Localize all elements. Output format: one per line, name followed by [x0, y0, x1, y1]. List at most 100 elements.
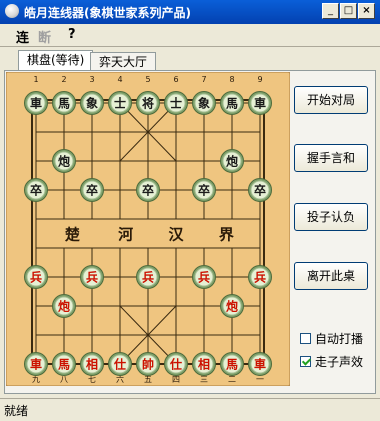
auto-play-label: 自动打播 [315, 332, 364, 346]
help-menu[interactable]: ? [68, 27, 76, 42]
piece-label: 象 [198, 96, 210, 111]
close-button[interactable]: × [358, 3, 375, 19]
piece-label: 兵 [254, 270, 266, 285]
piece-label: 車 [254, 96, 266, 111]
piece-label: 兵 [86, 270, 98, 285]
file-number-bottom: 一 [256, 375, 264, 384]
river-text: 楚 [65, 226, 81, 244]
file-number-bottom: 五 [144, 375, 152, 384]
chess-piece[interactable]: 卒 [248, 178, 272, 202]
status-text: 就绪 [4, 404, 29, 418]
chess-piece[interactable]: 車 [248, 91, 272, 115]
chess-piece[interactable]: 象 [80, 91, 104, 115]
chess-piece[interactable]: 炮 [52, 294, 76, 318]
chess-piece[interactable]: 象 [192, 91, 216, 115]
tab-board[interactable]: 棋盘(等待) [18, 50, 94, 70]
board-canvas[interactable]: 楚河汉界1 2 3 4 5 6 7 8 9九八七六五四三二一 車馬象士将士象馬車炮 炮卒卒卒卒卒兵… [5, 71, 291, 387]
chess-piece[interactable]: 兵 [24, 265, 48, 289]
auto-play-checkbox[interactable] [300, 333, 311, 344]
file-number-bottom: 八 [60, 375, 68, 384]
chess-piece[interactable]: 卒 [136, 178, 160, 202]
chess-piece[interactable]: 卒 [80, 178, 104, 202]
auto-play-option[interactable]: 自动打播 [300, 330, 363, 347]
file-number-top: 3 [89, 75, 94, 84]
maximize-button[interactable]: □ [340, 3, 357, 19]
piece-label: 帥 [142, 357, 154, 372]
chess-piece[interactable]: 将 [136, 91, 160, 115]
file-number-bottom: 九 [32, 375, 40, 384]
chess-piece[interactable]: 相 [192, 352, 216, 376]
title-bar: 皓月连线器(象棋世家系列产品) _ □ × [0, 0, 380, 25]
chess-piece[interactable]: 卒 [192, 178, 216, 202]
chess-piece[interactable]: 兵 [248, 265, 272, 289]
tab-strip: 棋盘(等待) 弈天大厅 [0, 48, 380, 70]
piece-label: 相 [86, 357, 98, 372]
file-number-top: 1 [33, 75, 38, 84]
connect-menu[interactable]: 连 [16, 27, 29, 46]
file-number-top: 9 [257, 75, 262, 84]
chess-piece[interactable]: 車 [24, 91, 48, 115]
chess-piece[interactable]: 炮 [220, 149, 244, 173]
file-number-top: 6 [173, 75, 178, 84]
chess-piece[interactable]: 相 [80, 352, 104, 376]
chess-piece[interactable]: 士 [164, 91, 188, 115]
piece-label: 卒 [86, 183, 98, 198]
file-number-top: 2 [61, 75, 66, 84]
piece-label: 馬 [226, 97, 238, 111]
piece-label: 士 [170, 96, 182, 111]
disconnect-menu[interactable]: 断 [38, 27, 51, 46]
chess-piece[interactable]: 仕 [108, 352, 132, 376]
chess-piece[interactable]: 炮 [52, 149, 76, 173]
chess-piece[interactable]: 帥 [136, 352, 160, 376]
chess-piece[interactable]: 炮 [220, 294, 244, 318]
chess-piece[interactable]: 兵 [136, 265, 160, 289]
river-text: 河 [118, 226, 133, 244]
file-number-bottom: 七 [88, 375, 96, 384]
resign-button[interactable]: 投子认负 [294, 203, 368, 231]
piece-label: 将 [142, 96, 154, 111]
toolbar: 连 断 ? [0, 24, 380, 47]
start-game-button[interactable]: 开始对局 [294, 86, 368, 114]
piece-label: 炮 [226, 299, 238, 314]
piece-label: 卒 [254, 183, 266, 198]
piece-label: 車 [30, 357, 42, 372]
chess-piece[interactable]: 馬 [220, 91, 244, 115]
chess-piece[interactable]: 馬 [52, 91, 76, 115]
piece-label: 炮 [58, 299, 70, 314]
chess-piece[interactable]: 兵 [80, 265, 104, 289]
tab-lobby[interactable]: 弈天大厅 [90, 52, 157, 70]
chess-piece[interactable]: 士 [108, 91, 132, 115]
offer-draw-button[interactable]: 握手言和 [294, 144, 368, 172]
status-bar: 就绪 [0, 398, 380, 421]
piece-label: 卒 [30, 183, 42, 198]
chess-piece[interactable]: 仕 [164, 352, 188, 376]
piece-label: 馬 [226, 358, 238, 372]
river-text: 界 [219, 226, 234, 244]
chess-board[interactable]: 楚河汉界123456789九八七六五四三二一 車馬象士将士象馬車炮炮卒卒卒卒卒兵… [5, 71, 291, 387]
chess-piece[interactable]: 車 [24, 352, 48, 376]
piece-label: 兵 [198, 270, 210, 285]
file-number-top: 5 [145, 75, 150, 84]
move-sound-checkbox[interactable] [300, 356, 311, 367]
piece-label: 車 [254, 357, 266, 372]
leave-table-button[interactable]: 离开此桌 [294, 262, 368, 290]
river-text: 汉 [168, 226, 184, 244]
piece-label: 卒 [142, 183, 154, 198]
window-title: 皓月连线器(象棋世家系列产品) [24, 6, 191, 20]
move-sound-label: 走子声效 [315, 355, 364, 369]
chess-piece[interactable]: 卒 [24, 178, 48, 202]
minimize-button[interactable]: _ [322, 3, 339, 19]
piece-label: 炮 [58, 154, 70, 169]
chess-piece[interactable]: 車 [248, 352, 272, 376]
piece-label: 車 [30, 96, 42, 111]
piece-label: 仕 [113, 357, 126, 372]
app-icon [5, 4, 19, 18]
chess-piece[interactable]: 馬 [220, 352, 244, 376]
chess-piece[interactable]: 馬 [52, 352, 76, 376]
file-number-top: 4 [117, 75, 122, 84]
chess-piece[interactable]: 兵 [192, 265, 216, 289]
file-number-bottom: 三 [200, 375, 208, 384]
piece-label: 象 [86, 96, 98, 111]
move-sound-option[interactable]: 走子声效 [300, 353, 363, 370]
file-number-bottom: 二 [228, 375, 236, 384]
